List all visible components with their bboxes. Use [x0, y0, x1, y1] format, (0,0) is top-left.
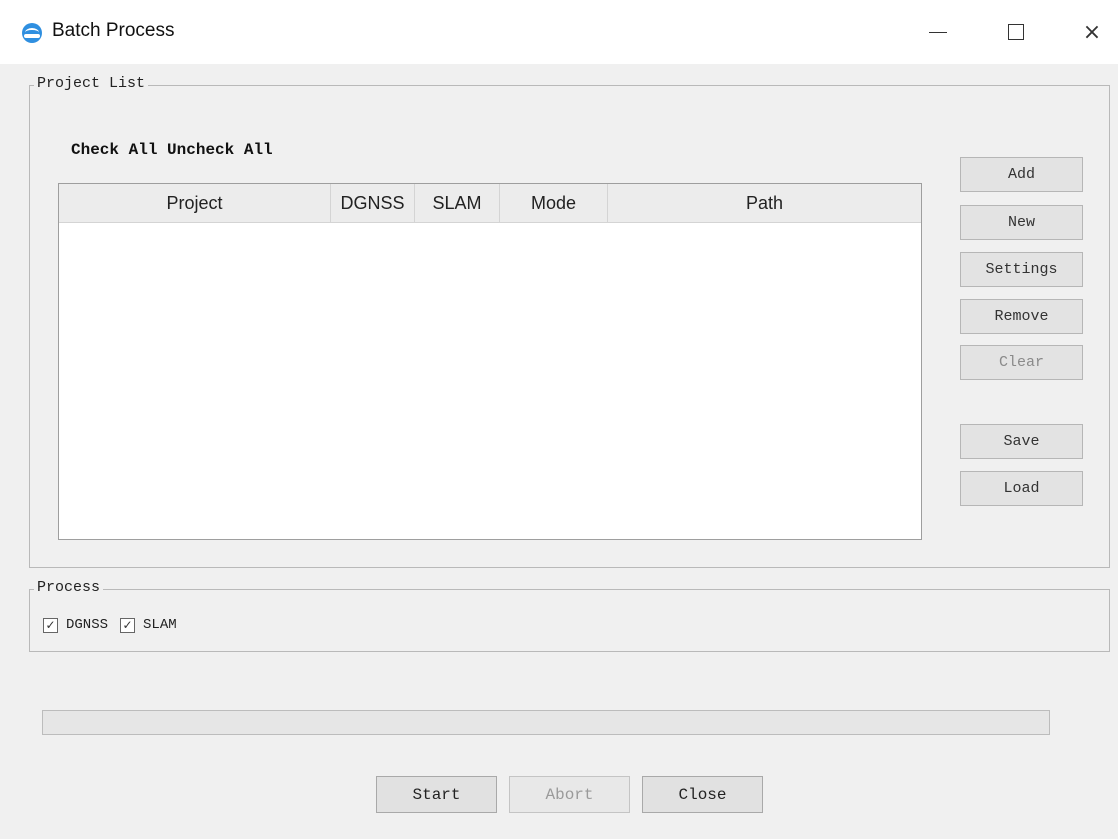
remove-button[interactable]: Remove [960, 299, 1083, 334]
load-button[interactable]: Load [960, 471, 1083, 506]
column-header-dgnss[interactable]: DGNSS [331, 184, 415, 222]
column-header-mode[interactable]: Mode [500, 184, 608, 222]
close-icon: × [1082, 19, 1102, 45]
dgnss-checkbox-label: DGNSS [66, 617, 109, 633]
project-table[interactable]: Project DGNSS SLAM Mode Path [58, 183, 922, 540]
column-header-project[interactable]: Project [59, 184, 331, 222]
settings-button[interactable]: Settings [960, 252, 1083, 287]
column-header-slam[interactable]: SLAM [415, 184, 500, 222]
check-all-link[interactable]: Check All [71, 141, 157, 159]
close-button[interactable]: Close [642, 776, 763, 813]
abort-button[interactable]: Abort [509, 776, 630, 813]
close-window-button[interactable]: × [1069, 12, 1115, 52]
minimize-button[interactable] [915, 12, 961, 52]
title-bar: Batch Process × [0, 0, 1118, 64]
uncheck-all-link[interactable]: Uncheck All [167, 141, 273, 159]
progress-bar [42, 710, 1050, 735]
add-button[interactable]: Add [960, 157, 1083, 192]
maximize-icon [1008, 24, 1024, 40]
table-header: Project DGNSS SLAM Mode Path [59, 184, 921, 223]
start-button[interactable]: Start [376, 776, 497, 813]
window-title: Batch Process [52, 20, 175, 41]
dgnss-checkbox[interactable]: ✓ DGNSS [43, 617, 108, 633]
process-group [29, 589, 1110, 652]
minimize-icon [929, 31, 947, 33]
checkmark-icon: ✓ [120, 617, 136, 633]
checkmark-icon: ✓ [43, 617, 58, 633]
check-links: Check All Uncheck All [71, 141, 273, 159]
process-label: Process [34, 579, 104, 596]
slam-checkbox-label: SLAM [143, 617, 177, 633]
maximize-button[interactable] [993, 12, 1039, 52]
project-list-label: Project List [34, 75, 149, 92]
save-button[interactable]: Save [960, 424, 1083, 459]
clear-button[interactable]: Clear [960, 345, 1083, 380]
app-logo-icon [22, 23, 42, 43]
slam-checkbox[interactable]: ✓ SLAM [120, 617, 177, 633]
new-button[interactable]: New [960, 205, 1083, 240]
process-options: ✓ DGNSS ✓ SLAM [43, 617, 189, 633]
column-header-path[interactable]: Path [608, 184, 921, 222]
